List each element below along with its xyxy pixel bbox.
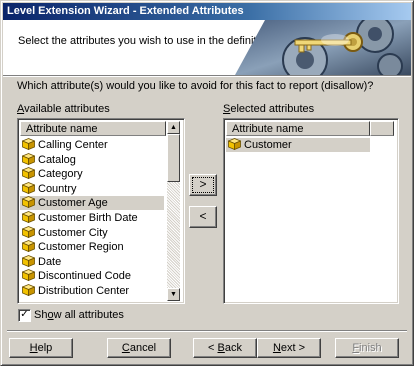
list-item[interactable]: Country xyxy=(20,181,164,196)
attribute-cube-icon xyxy=(21,284,36,297)
cancel-button[interactable]: Cancel xyxy=(107,338,171,358)
attribute-cube-icon xyxy=(21,254,36,267)
show-all-label-pre: Sh xyxy=(34,309,48,321)
wizard-window: Level Extension Wizard - Extended Attrib… xyxy=(0,0,414,366)
finish-button[interactable]: Finish xyxy=(335,338,399,358)
list-item-label: Date xyxy=(38,255,62,268)
remove-attribute-button[interactable]: < xyxy=(189,206,217,228)
available-scrollbar[interactable]: ▲ ▼ xyxy=(167,121,180,301)
list-item[interactable]: Customer Region xyxy=(20,240,164,254)
title-bar[interactable]: Level Extension Wizard - Extended Attrib… xyxy=(3,3,411,20)
available-label-text: vailable attributes xyxy=(24,103,110,115)
list-item-label: Discontinued Code xyxy=(38,270,131,283)
list-item[interactable]: Discontinued Code xyxy=(20,269,164,283)
attribute-cube-icon xyxy=(21,152,36,165)
scroll-down-arrow-icon[interactable]: ▼ xyxy=(167,288,180,301)
selected-column-header-filler xyxy=(370,121,394,136)
list-item-label: Customer xyxy=(244,139,292,151)
show-all-attributes-checkbox[interactable]: ✓ xyxy=(18,309,31,322)
attribute-cube-icon xyxy=(21,225,36,238)
scroll-thumb[interactable] xyxy=(167,134,180,182)
selected-label-text: elected attributes xyxy=(230,103,315,115)
list-item[interactable]: Customer xyxy=(226,138,370,152)
help-button[interactable]: Help xyxy=(9,338,73,358)
show-all-label-rest: w all attributes xyxy=(53,309,124,321)
list-item[interactable]: Date xyxy=(20,254,164,269)
add-button-label: > xyxy=(199,177,207,191)
finish-button-label: Finish xyxy=(352,342,382,354)
help-button-label: Help xyxy=(29,342,53,354)
remove-button-label: < xyxy=(199,209,207,223)
selected-column-header[interactable]: Attribute name xyxy=(226,121,370,136)
list-item[interactable]: Catalog xyxy=(20,152,164,167)
list-item[interactable]: Distribution Center xyxy=(20,284,164,298)
list-item-label: Customer Age xyxy=(38,197,108,210)
list-item[interactable]: Customer City xyxy=(20,225,164,240)
attribute-cube-icon xyxy=(21,269,36,282)
attribute-cube-icon xyxy=(21,181,36,194)
selected-attributes-label: Selected attributes xyxy=(223,103,314,115)
window-title: Level Extension Wizard - Extended Attrib… xyxy=(7,5,244,17)
list-item-label: Calling Center xyxy=(38,139,108,151)
available-attributes-list[interactable]: Attribute name Calling Center Catalog Cate… xyxy=(17,118,185,304)
list-item-label: Distribution Center xyxy=(38,285,130,297)
attribute-cube-icon xyxy=(21,196,36,209)
available-column-header[interactable]: Attribute name xyxy=(20,121,166,136)
back-button[interactable]: < Back xyxy=(193,338,257,358)
attribute-cube-icon xyxy=(227,138,242,151)
header-instruction: Select the attributes you wish to use in… xyxy=(18,35,272,47)
wizard-header: Select the attributes you wish to use in… xyxy=(3,20,411,76)
list-item-label: Customer Birth Date xyxy=(38,212,138,224)
show-all-attributes-label[interactable]: Show all attributes xyxy=(34,309,124,321)
selected-column-header-label: Attribute name xyxy=(232,123,304,135)
available-column-header-label: Attribute name xyxy=(26,123,98,135)
cancel-button-label: Cancel xyxy=(121,342,157,354)
add-attribute-button[interactable]: > xyxy=(189,174,217,196)
list-item-label: Customer City xyxy=(38,226,108,239)
list-item-label: Customer Region xyxy=(38,241,124,254)
list-item[interactable]: Customer Birth Date xyxy=(20,211,164,225)
selected-attributes-list[interactable]: Attribute name Customer xyxy=(223,118,399,304)
list-item-label: Category xyxy=(38,168,83,181)
next-button[interactable]: Next > xyxy=(257,338,321,358)
list-item-label: Catalog xyxy=(38,153,76,166)
next-button-label: Next > xyxy=(272,342,306,354)
list-item-label: Country xyxy=(38,182,77,195)
footer-divider-highlight xyxy=(7,331,407,332)
question-text: Which attribute(s) would you like to avo… xyxy=(17,80,374,92)
attribute-cube-icon xyxy=(21,167,36,180)
attribute-cube-icon xyxy=(21,240,36,253)
header-divider xyxy=(3,76,411,77)
list-item[interactable]: Category xyxy=(20,167,164,181)
key-and-gears-banner-art xyxy=(235,20,411,75)
back-button-label: < Back xyxy=(208,342,242,354)
scroll-up-arrow-icon[interactable]: ▲ xyxy=(167,121,180,134)
list-item[interactable]: Calling Center xyxy=(20,138,164,152)
available-attributes-label: Available attributes xyxy=(17,103,110,115)
attribute-cube-icon xyxy=(21,138,36,151)
list-item[interactable]: Customer Age xyxy=(20,196,164,211)
attribute-cube-icon xyxy=(21,211,36,224)
checkbox-check-mark: ✓ xyxy=(20,309,29,320)
